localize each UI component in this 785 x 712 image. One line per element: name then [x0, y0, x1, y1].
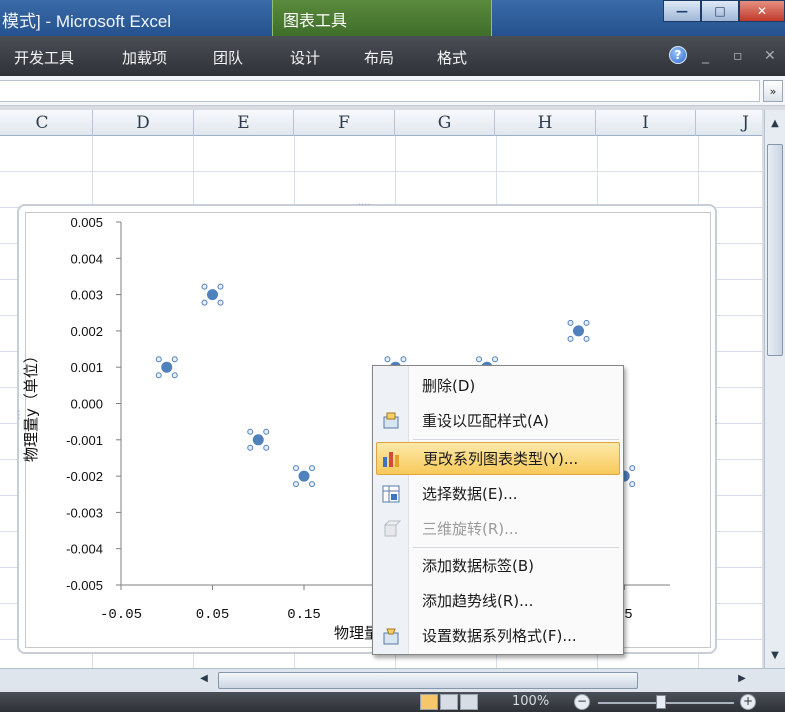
menu-item-add-data-labels[interactable]: 添加数据标签(B)	[376, 549, 620, 582]
menu-item-label: 重设以匹配样式(A)	[422, 412, 549, 430]
selection-handle	[629, 481, 636, 488]
zoom-slider-thumb[interactable]	[656, 695, 666, 709]
selection-handle	[583, 335, 590, 342]
data-point	[155, 356, 178, 379]
delete-icon	[376, 371, 406, 401]
horizontal-scrollbar[interactable]: ◀ ▶	[0, 668, 785, 692]
context-menu: 删除(D) 重设以匹配样式(A) 更改系列图表类型(Y)... 选择数据(E).…	[372, 365, 624, 655]
data-point	[293, 465, 315, 488]
status-bar: 100% − +	[0, 692, 785, 712]
selection-handle	[247, 428, 254, 435]
selection-handle	[309, 465, 315, 472]
reset-style-icon	[376, 406, 406, 436]
zoom-slider-track[interactable]	[598, 702, 734, 704]
select-data-icon	[376, 479, 406, 509]
y-tick-label: -0.005	[66, 578, 103, 593]
menu-item-label: 添加数据标签(B)	[422, 557, 534, 575]
selection-handle	[217, 299, 224, 306]
x-tick-label: -0.05	[100, 607, 142, 623]
y-tick-label: 0.004	[70, 251, 103, 266]
data-point-marker	[297, 469, 311, 483]
data-point	[201, 283, 224, 306]
data-point-marker	[251, 433, 265, 447]
data-point-marker	[572, 324, 585, 338]
selection-handle	[583, 319, 590, 326]
selection-handle	[247, 444, 254, 451]
menu-item-select-data[interactable]: 选择数据(E)...	[376, 477, 620, 510]
horizontal-scroll-thumb[interactable]	[218, 672, 638, 689]
menu-separator	[413, 547, 619, 548]
y-tick-label: -0.003	[66, 505, 103, 520]
selection-handle	[201, 283, 208, 290]
chart-type-icon	[377, 444, 407, 474]
selection-handle	[567, 319, 574, 326]
menu-item-change-chart-type[interactable]: 更改系列图表类型(Y)...	[376, 442, 620, 475]
view-buttons	[420, 694, 478, 710]
menu-separator	[413, 439, 619, 440]
zoom-out-icon[interactable]: −	[574, 694, 590, 710]
normal-view-icon[interactable]	[420, 694, 438, 710]
menu-item-format-series[interactable]: 设置数据系列格式(F)...	[376, 619, 620, 652]
menu-item-label: 选择数据(E)...	[422, 485, 518, 503]
selection-handle	[293, 465, 299, 472]
page-break-view-icon[interactable]	[460, 694, 478, 710]
selection-handle	[263, 444, 270, 451]
selection-handle	[309, 481, 315, 488]
selection-handle	[263, 428, 270, 435]
data-point-marker	[206, 288, 219, 302]
page-layout-view-icon[interactable]	[440, 694, 458, 710]
format-series-icon	[376, 621, 406, 651]
data-point-marker	[160, 360, 174, 374]
selection-handle	[171, 356, 178, 363]
selection-handle	[567, 335, 574, 342]
menu-item-label: 三维旋转(R)...	[422, 520, 519, 538]
menu-item-3d-rotation: 三维旋转(R)...	[376, 512, 620, 545]
x-tick-label: 0.05	[196, 607, 230, 623]
y-tick-label: 0.000	[70, 397, 103, 412]
menu-item-reset-style[interactable]: 重设以匹配样式(A)	[376, 404, 620, 437]
menu-item-add-trendline[interactable]: 添加趋势线(R)...	[376, 584, 620, 617]
menu-item-delete[interactable]: 删除(D)	[376, 369, 620, 402]
selection-handle	[293, 481, 299, 488]
selection-handle	[629, 465, 636, 472]
selection-handle	[384, 356, 391, 363]
y-tick-label: -0.001	[66, 433, 103, 448]
y-tick-label: 0.005	[70, 215, 103, 230]
menu-item-label: 添加趋势线(R)...	[422, 592, 534, 610]
x-tick-label: 0.15	[287, 607, 321, 623]
y-axis-title: 物理量y（单位）	[22, 348, 40, 462]
y-tick-label: 0.003	[70, 288, 103, 303]
selection-handle	[476, 356, 482, 363]
zoom-in-icon[interactable]: +	[740, 694, 756, 710]
y-axis-ticks: 0.005 0.004 0.003 0.002 0.001 0.000 -0.001 -0.0…	[66, 215, 121, 593]
scroll-left-icon[interactable]: ◀	[196, 673, 212, 689]
data-point	[247, 428, 270, 451]
menu-item-label: 删除(D)	[422, 377, 476, 395]
selection-handle	[492, 356, 498, 363]
menu-item-label: 设置数据系列格式(F)...	[422, 627, 577, 645]
3d-rotation-icon	[376, 514, 406, 544]
data-point	[567, 319, 590, 342]
selection-handle	[155, 372, 162, 379]
scroll-right-icon[interactable]: ▶	[734, 673, 750, 689]
y-tick-label: -0.002	[66, 469, 103, 484]
selection-handle	[217, 283, 224, 290]
zoom-level[interactable]: 100%	[512, 694, 549, 709]
y-tick-label: 0.002	[70, 324, 103, 339]
selection-handle	[171, 372, 178, 379]
selection-handle	[201, 299, 208, 306]
y-tick-label: -0.004	[66, 542, 103, 557]
y-tick-label: 0.001	[70, 360, 103, 375]
menu-item-label: 更改系列图表类型(Y)...	[423, 450, 579, 468]
selection-handle	[400, 356, 407, 363]
selection-handle	[155, 356, 162, 363]
